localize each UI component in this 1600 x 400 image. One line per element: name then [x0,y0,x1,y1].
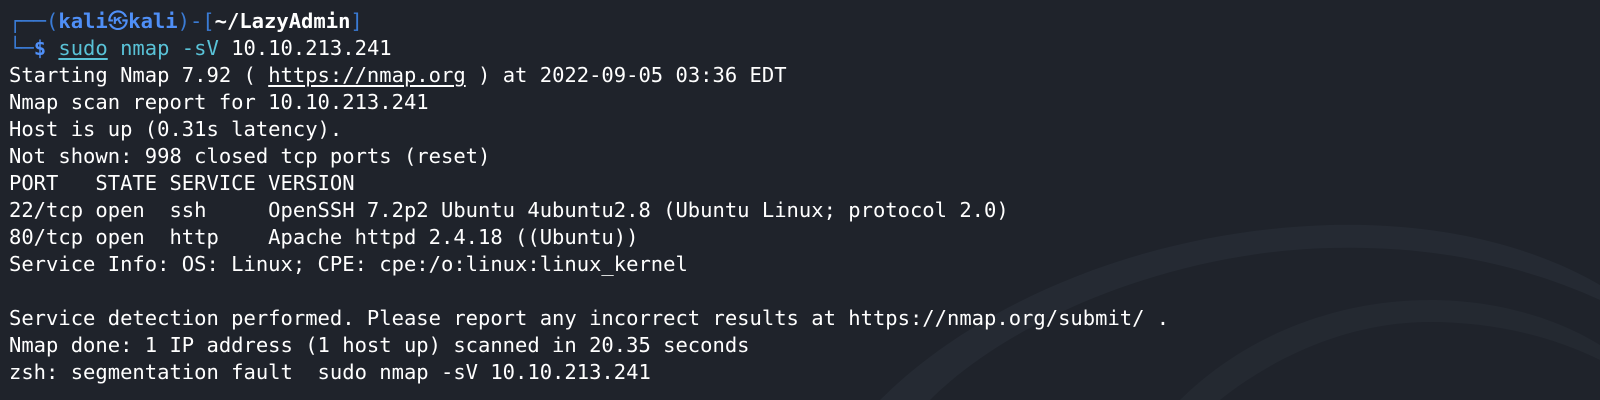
output-line: PORT STATE SERVICE VERSION [9,171,355,195]
prompt-header: ┌──(kali㉿kali)-[~/LazyAdmin] [9,9,363,33]
output-line: Nmap done: 1 IP address (1 host up) scan… [9,333,750,357]
starting-prefix: Starting Nmap 7.92 ( [9,63,269,87]
prompt-at-symbol: ㉿ [107,9,129,33]
output-line: Service Info: OS: Linux; CPE: cpe:/o:lin… [9,252,688,276]
output-line: Not shown: 998 closed tcp ports (reset) [9,144,491,168]
starting-suffix: ) at 2022-09-05 03:36 EDT [465,63,787,87]
prompt-host: kali [128,9,178,33]
command-bin: nmap -sV [120,36,219,60]
output-line: 22/tcp open ssh OpenSSH 7.2p2 Ubuntu 4ub… [9,198,1009,222]
terminal-output: ┌──(kali㉿kali)-[~/LazyAdmin] └─$ sudo nm… [9,8,1600,386]
output-line: Service detection performed. Please repo… [9,306,1170,330]
output-line-starting: Starting Nmap 7.92 ( https://nmap.org ) … [9,62,1600,89]
output-line: 80/tcp open http Apache httpd 2.4.18 ((U… [9,225,639,249]
output-line: Nmap scan report for 10.10.213.241 [9,90,429,114]
command-line[interactable]: └─$ sudo nmap -sV 10.10.213.241 [9,35,1600,62]
output-line: Host is up (0.31s latency). [9,117,343,141]
prompt-user: kali [58,9,108,33]
terminal-window[interactable]: ┌──(kali㉿kali)-[~/LazyAdmin] └─$ sudo nm… [0,0,1600,400]
prompt-path: ~/LazyAdmin [214,9,351,33]
output-line: zsh: segmentation fault sudo nmap -sV 10… [9,360,651,384]
prompt-dollar: $ [33,36,47,60]
command-sudo: sudo [58,36,108,60]
command-arg: 10.10.213.241 [231,36,392,60]
nmap-link[interactable]: https://nmap.org [268,63,465,87]
